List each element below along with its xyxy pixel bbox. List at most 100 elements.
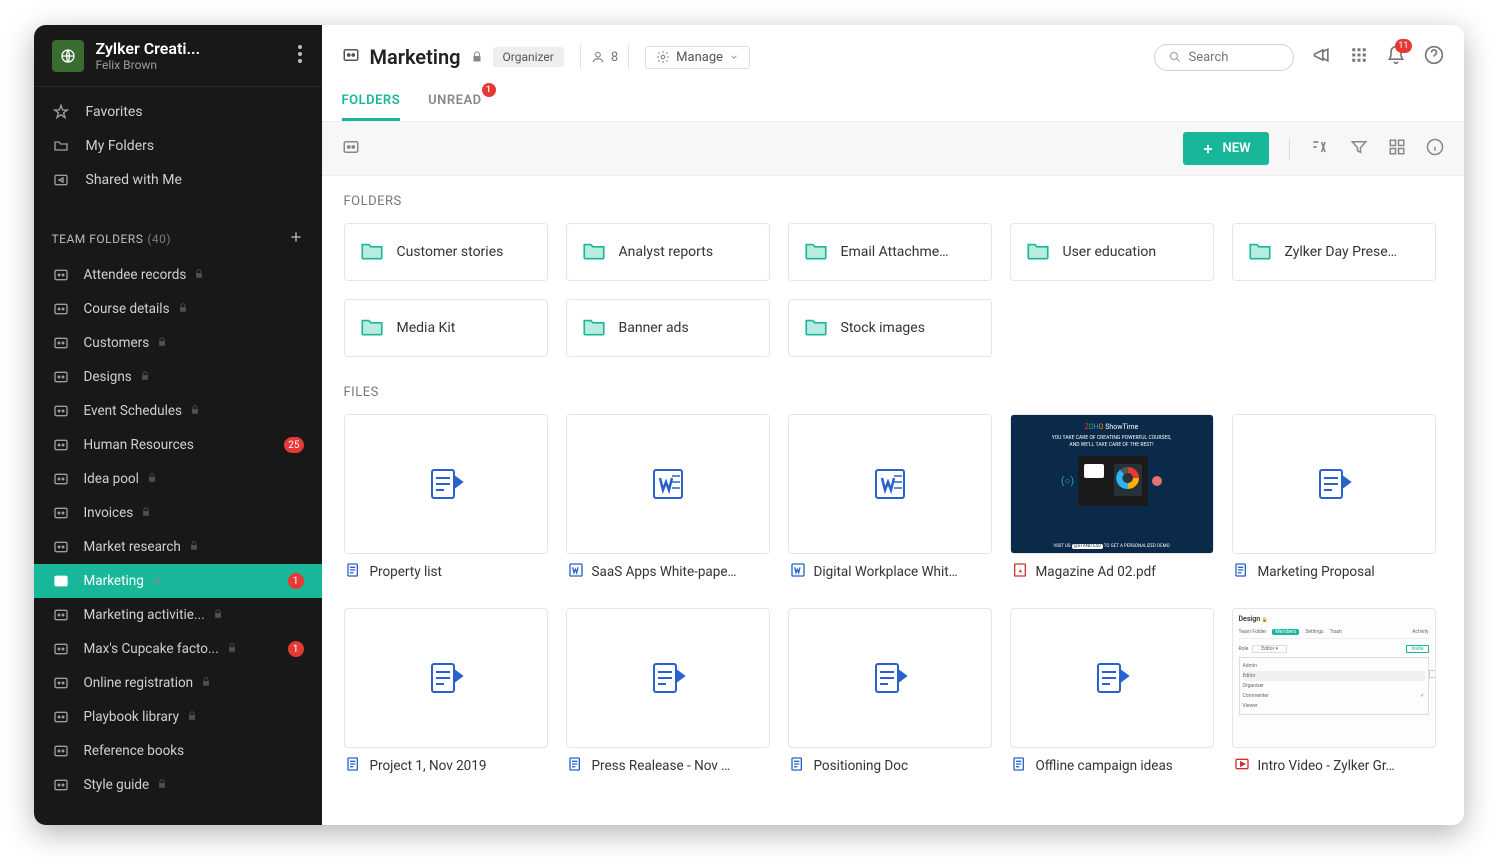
lock-icon [178,301,188,317]
folder-name: User education [1063,244,1157,260]
team-folder-item[interactable]: Market research [34,530,322,564]
lock-icon [227,641,237,657]
file-card[interactable]: Marketing Proposal [1232,414,1436,590]
plus-icon [1201,142,1215,156]
team-folder-icon [52,674,70,692]
folder-card[interactable]: Media Kit [344,299,548,357]
sidebar-item-my-folders[interactable]: My Folders [34,129,322,163]
search-input-wrapper[interactable] [1154,44,1294,71]
team-folder-item[interactable]: Attendee records [34,258,322,292]
team-folder-icon [52,436,70,454]
sidebar-item-shared[interactable]: Shared with Me [34,163,322,197]
file-card[interactable]: Press Realease - Nov … [566,608,770,784]
team-folder-item[interactable]: Max's Cupcake facto...1 [34,632,322,666]
sort-button[interactable] [1310,137,1330,161]
apps-button[interactable] [1350,46,1368,68]
folder-card[interactable]: User education [1010,223,1214,281]
file-thumbnail [344,608,548,748]
announce-button[interactable] [1312,45,1332,69]
team-folder-item[interactable]: Event Schedules [34,394,322,428]
team-folder-item[interactable]: Style guide [34,768,322,802]
manage-button[interactable]: Manage [645,46,750,69]
team-folder-icon [52,334,70,352]
new-button[interactable]: NEW [1183,132,1269,165]
add-team-folder-button[interactable] [288,229,304,248]
lock-icon [201,675,211,691]
folder-card[interactable]: Customer stories [344,223,548,281]
lock-icon [152,573,162,589]
team-folder-label: Designs [84,369,132,385]
file-card[interactable]: Project 1, Nov 2019 [344,608,548,784]
file-card[interactable]: Digital Workplace Whit… [788,414,992,590]
folder-card[interactable]: Email Attachme… [788,223,992,281]
folder-badge: 1 [288,641,304,657]
org-name: Zylker Creati... [96,39,294,58]
team-folder-label: Event Schedules [84,403,182,419]
sidebar-item-label: My Folders [86,138,155,154]
tab-unread[interactable]: UNREAD 1 [428,83,481,121]
file-name: Digital Workplace Whit… [814,564,958,580]
team-folder-item[interactable]: Marketing1 [34,564,322,598]
file-card[interactable]: Property list [344,414,548,590]
plus-icon [288,229,304,245]
filter-button[interactable] [1350,138,1368,160]
file-type-icon [346,756,362,776]
team-folder-icon [52,504,70,522]
file-card[interactable]: Offline campaign ideas [1010,608,1214,784]
folder-card[interactable]: Zylker Day Prese… [1232,223,1436,281]
info-button[interactable] [1426,138,1444,160]
members-count[interactable]: 8 [580,45,629,69]
file-label: Property list [344,554,548,590]
lock-icon [140,369,150,385]
file-label: Project 1, Nov 2019 [344,748,548,784]
folder-card[interactable]: Analyst reports [566,223,770,281]
file-label: Positioning Doc [788,748,992,784]
gear-icon [656,50,670,64]
sidebar-item-favorites[interactable]: Favorites [34,95,322,129]
file-card[interactable]: Positioning Doc [788,608,992,784]
file-label: Intro Video - Zylker Gr… [1232,748,1436,784]
team-folder-icon [342,46,360,68]
file-label: Marketing Proposal [1232,554,1436,590]
team-folder-item[interactable]: Reference books [34,734,322,768]
folder-name: Stock images [841,320,925,336]
file-thumbnail [566,608,770,748]
team-folder-item[interactable]: Human Resources25 [34,428,322,462]
team-folder-item[interactable]: Course details [34,292,322,326]
team-folder-item[interactable]: Idea pool [34,462,322,496]
search-input[interactable] [1189,50,1279,65]
team-folder-item[interactable]: Customers [34,326,322,360]
team-folder-item[interactable]: Online registration [34,666,322,700]
team-folder-item[interactable]: Playbook library [34,700,322,734]
file-thumbnail [566,414,770,554]
sidebar-more-button[interactable] [294,41,306,71]
folders-section-header: FOLDERS [344,194,1442,209]
unread-badge: 1 [482,83,496,97]
file-type-icon [1012,562,1028,582]
help-button[interactable] [1424,45,1444,69]
view-button[interactable] [1388,138,1406,160]
team-folder-icon [52,470,70,488]
team-folders-list: Attendee recordsCourse details Customers D… [34,258,322,825]
folder-card[interactable]: Banner ads [566,299,770,357]
team-folder-label: Online registration [84,675,194,691]
folder-card[interactable]: Stock images [788,299,992,357]
team-folder-item[interactable]: Marketing activitie... [34,598,322,632]
folder-name: Analyst reports [619,244,714,260]
folder-name: Customer stories [397,244,504,260]
notifications-button[interactable]: 11 [1386,45,1406,69]
tab-folders[interactable]: FOLDERS [342,83,401,121]
file-card[interactable]: ZOHO ShowTimeYOU TAKE CARE OF CREATING P… [1010,414,1214,590]
team-folder-item[interactable]: Invoices [34,496,322,530]
file-card[interactable]: Design 🔒Team FolderMembersSettingsTrashA… [1232,608,1436,784]
search-icon [1169,50,1181,64]
team-folder-label: Customers [84,335,150,351]
folder-icon [359,237,385,267]
breadcrumb-icon[interactable] [342,138,360,160]
team-folder-icon [52,368,70,386]
folder-badge: 1 [288,573,304,589]
file-card[interactable]: SaaS Apps White-pape… [566,414,770,590]
folder-icon [581,237,607,267]
file-thumbnail [788,414,992,554]
team-folder-item[interactable]: Designs [34,360,322,394]
